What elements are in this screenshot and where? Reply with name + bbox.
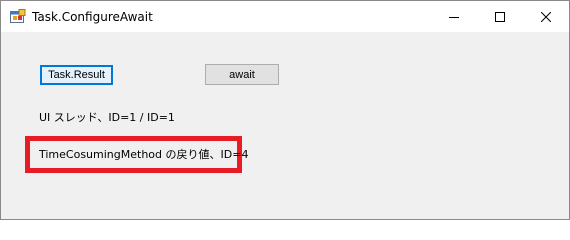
method-return-label: TimeCosumingMethod の戻り値、ID=4 xyxy=(39,148,249,161)
app-icon[interactable] xyxy=(10,9,26,25)
task-result-button[interactable]: Task.Result xyxy=(40,65,113,85)
thread-info-label: UI スレッド、ID=1 / ID=1 xyxy=(39,111,175,124)
window-title: Task.ConfigureAwait xyxy=(32,10,153,24)
form-client-area: Task.Result await UI スレッド、ID=1 / ID=1 Ti… xyxy=(1,32,569,219)
minimize-button[interactable] xyxy=(431,1,477,32)
await-button[interactable]: await xyxy=(205,64,279,85)
main-window: Task.ConfigureAwait Task.Result await UI… xyxy=(0,0,570,220)
maximize-icon xyxy=(495,11,505,22)
close-button[interactable] xyxy=(523,1,569,32)
title-bar[interactable]: Task.ConfigureAwait xyxy=(1,1,569,32)
close-icon xyxy=(541,11,551,22)
minimize-icon xyxy=(449,16,459,18)
maximize-button[interactable] xyxy=(477,1,523,32)
